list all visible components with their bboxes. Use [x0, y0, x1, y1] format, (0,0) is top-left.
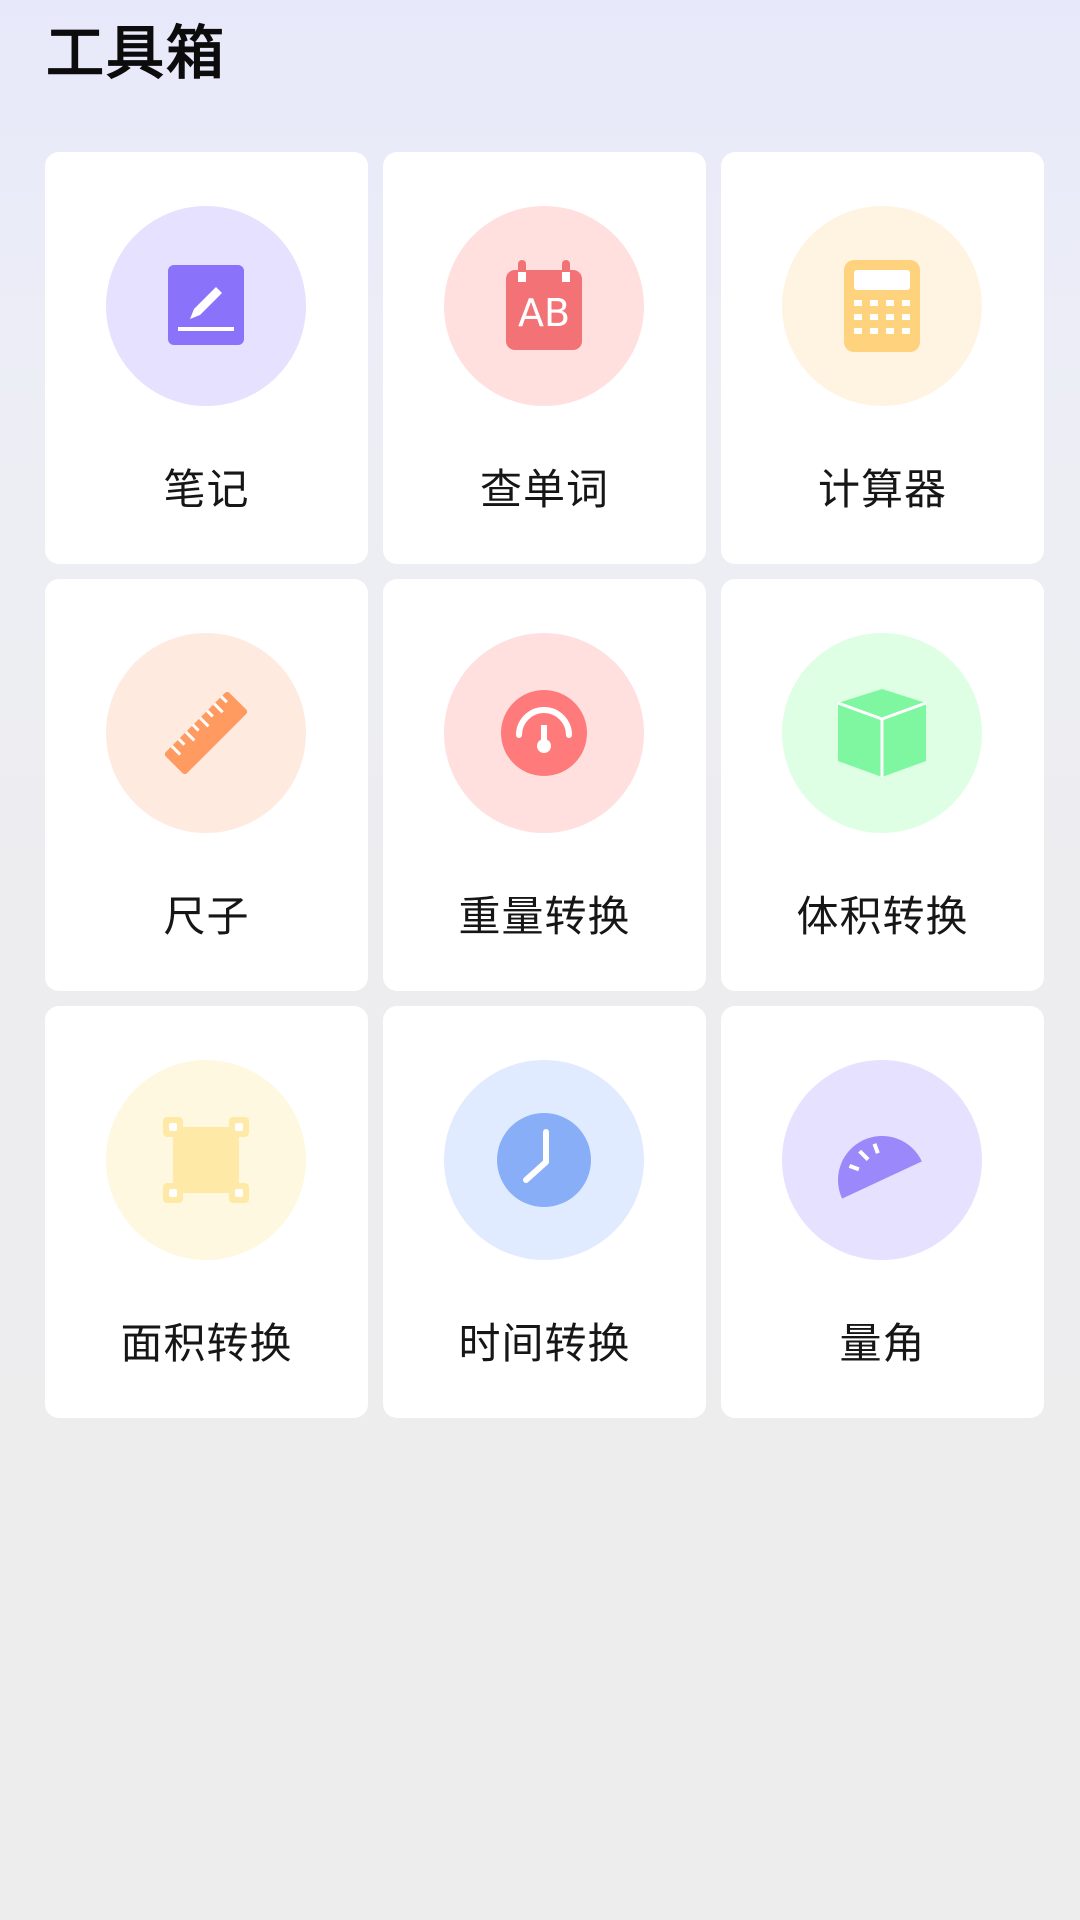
- dictionary-icon-circle: AB: [444, 206, 644, 406]
- weight-icon-circle: [444, 633, 644, 833]
- tool-card-notes[interactable]: 笔记: [45, 152, 368, 564]
- protractor-icon: [838, 1136, 922, 1199]
- volume-icon-circle: [782, 633, 982, 833]
- tool-label-notes: 笔记: [163, 465, 250, 514]
- tool-label-dictionary: 查单词: [479, 465, 609, 514]
- notebook-pencil-icon: [168, 265, 244, 345]
- page-title: 工具箱: [46, 19, 227, 87]
- tool-label-calculator: 计算器: [817, 465, 947, 514]
- tool-label-time-conversion: 时间转换: [458, 1319, 631, 1368]
- protractor-icon-circle: [782, 1060, 982, 1260]
- area-icon-circle: [106, 1060, 306, 1260]
- tool-card-ruler[interactable]: 尺子: [45, 579, 368, 991]
- tool-label-volume-conversion: 体积转换: [796, 892, 969, 941]
- ruler-icon-circle: [106, 633, 306, 833]
- tool-card-weight-conversion[interactable]: 重量转换: [383, 579, 706, 991]
- tool-card-protractor[interactable]: 量角: [721, 1006, 1044, 1418]
- time-icon-circle: [444, 1060, 644, 1260]
- clock-icon: [497, 1113, 591, 1207]
- tool-card-calculator[interactable]: 计算器: [721, 152, 1044, 564]
- tool-card-time-conversion[interactable]: 时间转换: [383, 1006, 706, 1418]
- calculator-icon-circle: [782, 206, 982, 406]
- ab-calendar-icon: AB: [506, 260, 582, 350]
- tool-label-weight-conversion: 重量转换: [458, 892, 631, 941]
- notes-icon-circle: [106, 206, 306, 406]
- tool-card-dictionary[interactable]: AB 查单词: [383, 152, 706, 564]
- svg-text:AB: AB: [518, 291, 570, 335]
- tool-card-volume-conversion[interactable]: 体积转换: [721, 579, 1044, 991]
- tool-label-area-conversion: 面积转换: [120, 1319, 293, 1368]
- tool-label-protractor: 量角: [839, 1319, 926, 1368]
- ruler-icon: [164, 691, 248, 775]
- calculator-icon: [844, 260, 920, 352]
- scale-gauge-icon: [501, 690, 587, 776]
- tool-label-ruler: 尺子: [163, 892, 250, 941]
- tool-card-area-conversion[interactable]: 面积转换: [45, 1006, 368, 1418]
- tool-grid: 笔记 AB 查单词 计算器 尺子 重量转换 体积转换 面积转换 时间转换 量角: [45, 152, 1045, 1418]
- area-square-icon: [163, 1117, 249, 1203]
- cube-icon: [837, 689, 927, 777]
